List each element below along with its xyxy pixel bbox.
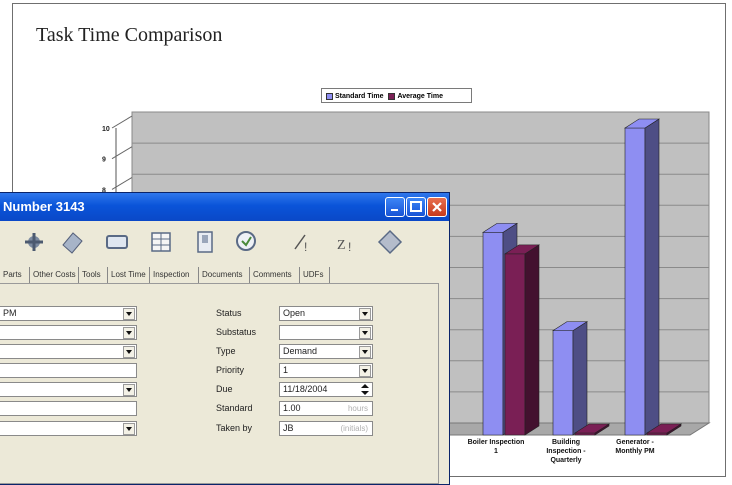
tab-divider [149,267,150,283]
chevron-down-icon[interactable] [123,346,135,358]
bar-side-1-0 [524,244,540,436]
bar-front-0-0 [482,232,504,436]
chevron-down-icon[interactable] [359,365,371,377]
general-panel: PM Status Open Substatus Type Demand Pri… [0,283,439,484]
tab-divider [249,267,250,283]
minimize-button[interactable] [385,197,405,217]
maximize-icon [410,201,422,212]
chevron-down-icon[interactable] [359,346,371,358]
standard-label: Standard [216,403,253,413]
tab-lost-time[interactable]: Lost Time [111,268,146,282]
close-button[interactable] [427,197,447,217]
svg-text:Z: Z [337,238,346,253]
tab-inspection[interactable]: Inspection [153,268,189,282]
sort-desc-icon[interactable]: Z! [331,227,361,257]
dialog-title: Number 3143 [3,199,85,214]
tab-udfs[interactable]: UDFs [303,268,323,282]
category-label-building: Building Inspection - Quarterly [546,439,586,464]
taken-by-field[interactable]: JB (initials) [279,421,373,436]
category-label-boiler: Boiler Inspection 1 [467,439,525,455]
bar-front-1-0 [504,253,526,436]
due-date-field[interactable]: 11/18/2004 [279,382,373,397]
bar-side-0-2 [644,118,660,436]
tab-divider [29,267,30,283]
bar-front-0-2 [624,127,646,436]
left-field-6[interactable] [0,401,137,416]
chevron-down-icon[interactable] [123,384,135,396]
bar-front-0-1 [552,330,574,436]
type-select[interactable]: Demand [279,344,373,359]
priority-select[interactable]: 1 [279,363,373,378]
tab-divider [299,267,300,283]
left-field-7[interactable] [0,421,137,436]
left-field-2[interactable] [0,325,137,340]
tab-parts[interactable]: Parts [3,268,22,282]
standard-value: 1.00 [283,403,301,413]
date-spinner-icon[interactable] [359,383,371,396]
left-field-3[interactable] [0,344,137,359]
eraser-icon[interactable] [57,227,87,257]
svg-text:!: ! [348,240,351,254]
standard-hint: hours [347,404,368,413]
y-tick-label: 9 [102,157,106,164]
status-label: Status [216,308,242,318]
tab-other-costs[interactable]: Other Costs [33,268,76,282]
status-select[interactable]: Open [279,306,373,321]
tab-divider [107,267,108,283]
chevron-down-icon[interactable] [359,308,371,320]
chevron-down-icon[interactable] [359,327,371,339]
left-field-1-value: PM [3,308,17,318]
work-order-dialog: Number 3143 ! Z! Parts Other Costs Tools… [0,192,450,485]
y-tick-mark [111,146,133,160]
type-label: Type [216,346,236,356]
tab-divider [198,267,199,283]
chevron-down-icon[interactable] [123,423,135,435]
substatus-select[interactable] [279,325,373,340]
y-tick-mark [111,115,133,129]
y-tick-label: 10 [102,126,110,133]
left-field-4[interactable] [0,363,137,378]
tab-tools[interactable]: Tools [82,268,101,282]
maximize-button[interactable] [406,197,426,217]
y-tick-mark [111,176,133,190]
due-value: 11/18/2004 [283,384,328,394]
status-value: Open [283,308,306,318]
tab-documents[interactable]: Documents [202,268,242,282]
tools-icon[interactable] [19,227,49,257]
due-label: Due [216,384,233,394]
dialog-toolbar: ! Z! [0,221,449,265]
dialog-tabs: Parts Other Costs Tools Lost Time Inspec… [0,266,449,284]
y-axis-ticks: 1098 [102,115,133,194]
tab-divider [329,267,330,283]
chevron-down-icon[interactable] [123,308,135,320]
svg-text:!: ! [304,240,307,254]
substatus-label: Substatus [216,327,257,337]
close-icon [432,202,442,212]
left-field-5[interactable] [0,382,137,397]
left-field-1[interactable]: PM [0,306,137,321]
tab-divider [78,267,79,283]
tab-comments[interactable]: Comments [253,268,292,282]
dialog-titlebar[interactable]: Number 3143 [0,193,449,221]
taken-by-hint: (initials) [340,424,368,433]
category-label-generator: Generator - Monthly PM [615,439,655,455]
priority-label: Priority [216,365,245,375]
clipboard-icon[interactable] [190,227,220,257]
magnifier-icon[interactable] [232,227,262,257]
standard-hours-field[interactable]: 1.00 hours [279,401,373,416]
priority-value: 1 [283,365,289,375]
type-value: Demand [283,346,318,356]
taken-by-label: Taken by [216,423,253,433]
minimize-icon [391,209,398,211]
bar-side-0-1 [572,321,588,436]
sort-asc-icon[interactable]: ! [287,227,317,257]
display-icon[interactable] [102,227,132,257]
help-icon[interactable] [375,227,405,257]
grid-icon[interactable] [146,227,176,257]
taken-by-value: JB [283,423,294,433]
chevron-down-icon[interactable] [123,327,135,339]
